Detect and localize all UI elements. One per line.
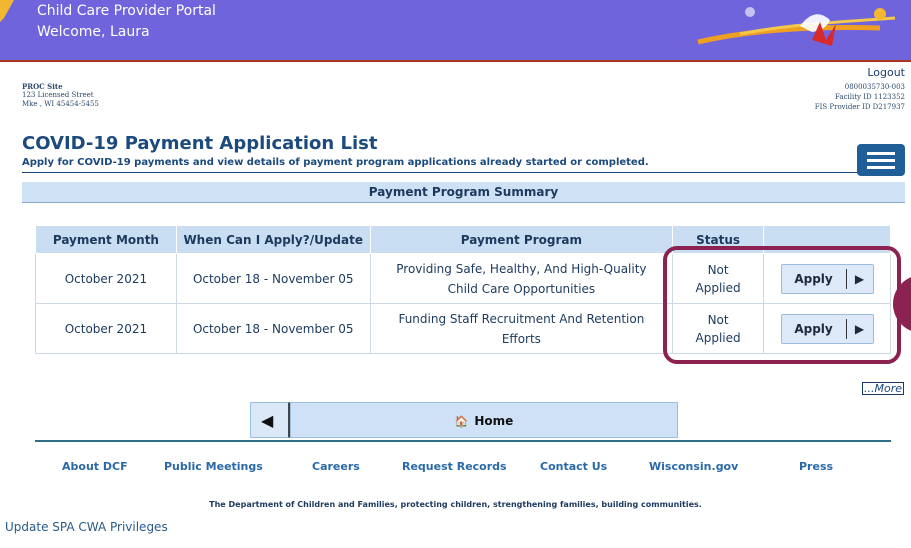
section-header: Payment Program Summary <box>22 182 905 203</box>
page-subtitle: Apply for COVID-19 payments and view det… <box>22 157 649 168</box>
address-line-2: Mke , WI 45454-5455 <box>22 100 99 108</box>
provider-name: PROC Site <box>22 82 63 91</box>
payment-program-cell: Funding Staff Recruitment And Retention … <box>369 303 674 354</box>
footer-link-contact-us[interactable]: Contact Us <box>540 460 607 473</box>
payment-month-cell: October 2021 <box>35 253 177 304</box>
footer-link-request-records[interactable]: Request Records <box>402 460 507 473</box>
address-line-1: 123 Licensed Street <box>22 91 94 99</box>
program-name-line-2: Efforts <box>501 331 541 346</box>
home-icon: 🏠 <box>454 415 469 428</box>
hamburger-menu-icon[interactable] <box>857 144 905 176</box>
payment-month-cell: October 2021 <box>35 303 177 354</box>
payment-program-cell: Providing Safe, Healthy, And High-Qualit… <box>369 253 674 304</box>
provider-address: PROC Site 123 Licensed Street Mke , WI 4… <box>22 82 99 109</box>
home-nav-bar: ◀ 🏠 Home <box>250 402 678 438</box>
footer-link-about-dcf[interactable]: About DCF <box>62 460 128 473</box>
footer-divider <box>35 440 891 442</box>
banner-swoosh-art <box>697 7 896 46</box>
logout-link[interactable]: Logout <box>867 66 905 79</box>
column-header-apply-window: When Can I Apply?/Update <box>175 225 371 254</box>
provider-number: 0800035730-003 <box>844 83 905 91</box>
home-button[interactable]: 🏠 Home <box>290 402 678 438</box>
back-arrow-icon: ◀ <box>261 411 274 430</box>
more-link[interactable]: ...More <box>862 382 905 395</box>
welcome-text: Welcome, Laura <box>37 24 150 40</box>
apply-window-cell: October 18 - November 05 <box>175 253 371 304</box>
corner-logo-icon <box>0 0 14 22</box>
footer-link-press[interactable]: Press <box>799 460 833 473</box>
portal-title: Child Care Provider Portal <box>37 3 216 19</box>
update-privileges-link[interactable]: Update SPA CWA Privileges <box>5 520 168 534</box>
column-header-payment-month: Payment Month <box>35 225 177 254</box>
facility-id: Facility ID 1123352 <box>835 93 905 101</box>
provider-ids: 0800035730-003 Facility ID 1123352 FIS P… <box>815 82 905 112</box>
page-title: COVID-19 Payment Application List <box>22 133 378 154</box>
header-banner: Child Care Provider Portal Welcome, Laur… <box>0 0 911 62</box>
apply-window-cell: October 18 - November 05 <box>175 303 371 354</box>
fis-provider-id: FIS Provider ID D217937 <box>814 103 905 111</box>
program-name-line-1: Providing Safe, Healthy, And High-Qualit… <box>396 261 647 276</box>
footer-tagline: The Department of Children and Families,… <box>209 500 702 509</box>
footer-link-public-meetings[interactable]: Public Meetings <box>164 460 263 473</box>
back-button[interactable]: ◀ <box>250 402 290 438</box>
footer-link-wisconsin-gov[interactable]: Wisconsin.gov <box>649 460 738 473</box>
program-name-line-2: Child Care Opportunities <box>447 281 596 296</box>
column-header-payment-program: Payment Program <box>369 225 674 254</box>
callout-highlight-box <box>663 246 901 364</box>
program-name-line-1: Funding Staff Recruitment And Retention <box>398 311 645 326</box>
home-button-label: Home <box>474 414 514 428</box>
title-divider <box>22 172 857 173</box>
footer-link-careers[interactable]: Careers <box>312 460 360 473</box>
